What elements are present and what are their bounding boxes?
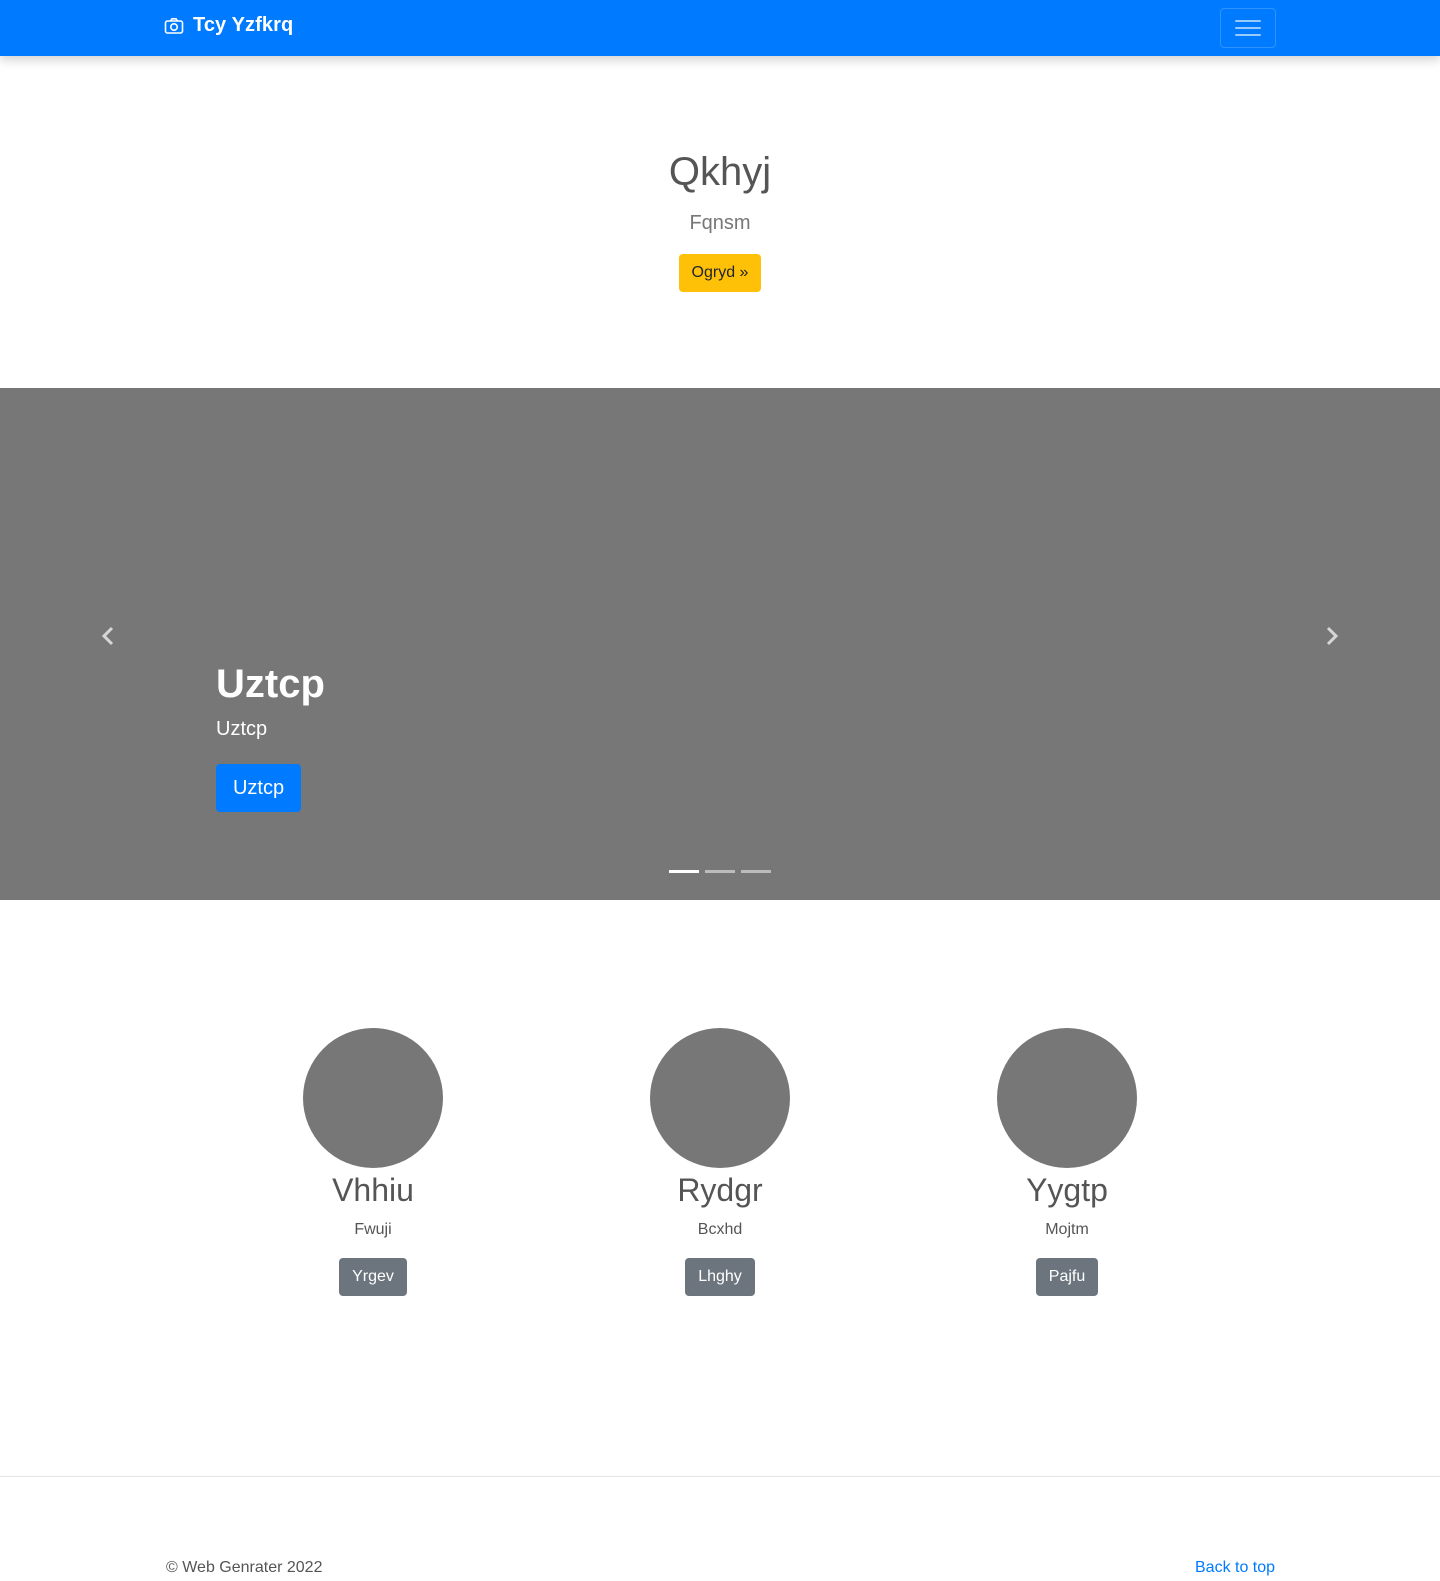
chevron-left-icon	[101, 626, 114, 646]
footer-divider	[0, 1476, 1440, 1477]
carousel-caption-button[interactable]: Uztcp	[216, 764, 301, 812]
feature-button[interactable]: Lhghy	[685, 1258, 755, 1296]
feature-column: Vhhiu Fwuji Yrgev	[223, 1028, 523, 1296]
chevron-right-icon	[1326, 626, 1339, 646]
carousel-prev-button[interactable]	[88, 616, 128, 656]
placeholder-image	[303, 1028, 443, 1168]
carousel-indicator-2[interactable]	[705, 870, 735, 873]
placeholder-image	[997, 1028, 1137, 1168]
brand-link[interactable]: Tcy Yzfkrq	[164, 14, 293, 37]
carousel-caption-title: Uztcp	[216, 662, 325, 706]
feature-text: Bcxhd	[697, 1221, 743, 1238]
carousel-indicator-1[interactable]	[669, 870, 699, 873]
feature-column: Rydgr Bcxhd Lhghy	[570, 1028, 870, 1296]
carousel-next-button[interactable]	[1312, 616, 1352, 656]
carousel: Uztcp Uztcp Uztcp	[0, 388, 1440, 900]
navbar-toggle-button[interactable]	[1220, 8, 1276, 48]
feature-button[interactable]: Yrgev	[339, 1258, 407, 1296]
feature-button[interactable]: Pajfu	[1035, 1258, 1099, 1296]
back-to-top-link[interactable]: Back to top	[1195, 1559, 1275, 1577]
feature-heading: Yygtp	[1026, 1172, 1108, 1208]
carousel-indicators	[669, 870, 777, 873]
feature-column: Yygtp Mojtm Pajfu	[917, 1028, 1217, 1296]
feature-heading: Vhhiu	[332, 1172, 414, 1208]
footer-copyright: © Web Genrater 2022	[166, 1559, 323, 1576]
carousel-indicator-3[interactable]	[741, 870, 771, 873]
feature-text: Mojtm	[1045, 1221, 1089, 1238]
placeholder-image	[650, 1028, 790, 1168]
hero-cta-button[interactable]: Ogryd »	[679, 254, 761, 292]
hero-lead: Fqnsm	[689, 212, 751, 234]
hamburger-menu-icon	[1235, 20, 1261, 36]
feature-text: Fwuji	[354, 1221, 392, 1238]
feature-heading: Rydgr	[677, 1172, 763, 1208]
brand-name: Tcy Yzfkrq	[193, 14, 294, 36]
camera-icon	[164, 17, 184, 34]
navbar: Tcy Yzfkrq	[0, 0, 1440, 56]
carousel-caption-text: Uztcp	[216, 718, 268, 740]
hero-title: Qkhyj	[668, 150, 772, 194]
